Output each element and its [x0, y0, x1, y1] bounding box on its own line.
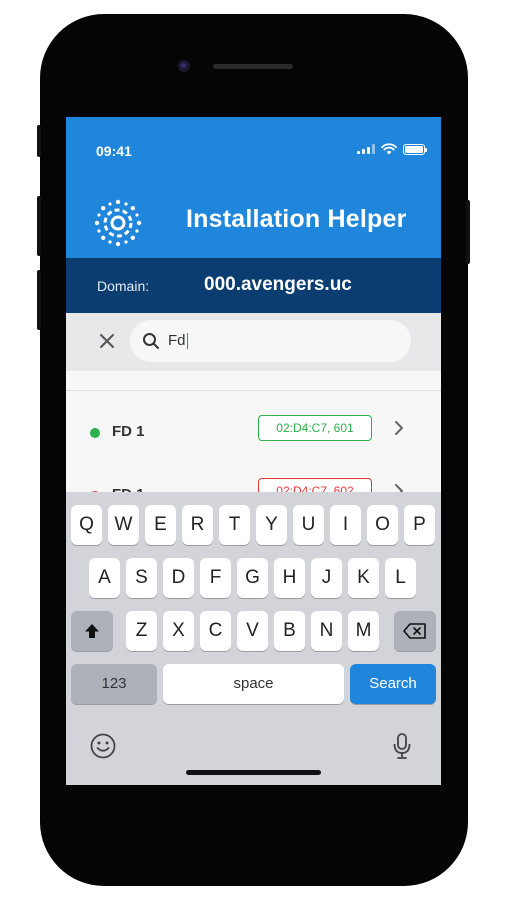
- mute-switch: [37, 125, 41, 157]
- key-y[interactable]: Y: [256, 505, 287, 545]
- key-z[interactable]: Z: [126, 611, 157, 651]
- key-v[interactable]: V: [237, 611, 268, 651]
- backspace-icon: [403, 623, 426, 639]
- wifi-icon: [381, 143, 397, 155]
- power-button: [466, 200, 470, 264]
- list-divider: [66, 390, 441, 391]
- domain-label: Domain:: [97, 278, 150, 294]
- volume-down-button: [37, 270, 41, 330]
- list-item[interactable]: FD 1 02:D4:C7, 601: [66, 412, 441, 462]
- earpiece-speaker: [213, 64, 293, 69]
- status-time: 09:41: [96, 143, 132, 159]
- shift-key[interactable]: [71, 611, 113, 651]
- space-key[interactable]: space: [163, 664, 344, 704]
- key-e[interactable]: E: [145, 505, 176, 545]
- search-area: Fd: [66, 313, 441, 371]
- key-g[interactable]: G: [237, 558, 268, 598]
- domain-value: 000.avengers.uc: [204, 274, 352, 295]
- device-name: FD 1: [112, 423, 145, 440]
- gear-dots-icon: [94, 199, 142, 247]
- close-icon[interactable]: [96, 330, 118, 352]
- key-r[interactable]: R: [182, 505, 213, 545]
- key-w[interactable]: W: [108, 505, 139, 545]
- numbers-key[interactable]: 123: [71, 664, 157, 704]
- emoji-icon[interactable]: [90, 733, 116, 759]
- on-screen-keyboard: Q W E R T Y U I O P A S D F G H J K L Z …: [66, 492, 441, 785]
- text-caret: [186, 333, 188, 350]
- shift-arrow-icon: [85, 624, 99, 638]
- search-input[interactable]: Fd: [130, 320, 411, 362]
- key-s[interactable]: S: [126, 558, 157, 598]
- app-title: Installation Helper: [186, 205, 407, 233]
- status-icons: [357, 143, 427, 155]
- domain-bar: Domain: 000.avengers.uc: [66, 258, 441, 313]
- key-q[interactable]: Q: [71, 505, 102, 545]
- app-screen: 09:41 Installation Helper Domain: 000.av…: [66, 117, 441, 785]
- cellular-signal-icon: [357, 144, 375, 154]
- key-u[interactable]: U: [293, 505, 324, 545]
- app-header: 09:41 Installation Helper: [66, 117, 441, 258]
- battery-icon: [403, 143, 427, 155]
- backspace-key[interactable]: [394, 611, 436, 651]
- front-camera: [178, 60, 190, 72]
- volume-up-button: [37, 196, 41, 256]
- key-i[interactable]: I: [330, 505, 361, 545]
- key-o[interactable]: O: [367, 505, 398, 545]
- key-f[interactable]: F: [200, 558, 231, 598]
- key-h[interactable]: H: [274, 558, 305, 598]
- key-b[interactable]: B: [274, 611, 305, 651]
- search-key[interactable]: Search: [350, 664, 436, 704]
- microphone-icon[interactable]: [392, 732, 412, 760]
- key-t[interactable]: T: [219, 505, 250, 545]
- key-p[interactable]: P: [404, 505, 435, 545]
- key-m[interactable]: M: [348, 611, 379, 651]
- device-list: FD 1 02:D4:C7, 601 FD 1 02:D4:C7, 602: [66, 371, 441, 504]
- key-l[interactable]: L: [385, 558, 416, 598]
- search-icon: [143, 333, 159, 349]
- key-c[interactable]: C: [200, 611, 231, 651]
- key-d[interactable]: D: [163, 558, 194, 598]
- status-dot-online: [90, 428, 100, 438]
- search-value: Fd: [168, 332, 186, 349]
- key-k[interactable]: K: [348, 558, 379, 598]
- key-x[interactable]: X: [163, 611, 194, 651]
- key-n[interactable]: N: [311, 611, 342, 651]
- home-indicator: [186, 770, 321, 775]
- device-mac-badge: 02:D4:C7, 601: [258, 415, 372, 441]
- chevron-right-icon[interactable]: [391, 418, 407, 438]
- key-j[interactable]: J: [311, 558, 342, 598]
- search-input-text: Fd: [168, 332, 188, 350]
- key-a[interactable]: A: [89, 558, 120, 598]
